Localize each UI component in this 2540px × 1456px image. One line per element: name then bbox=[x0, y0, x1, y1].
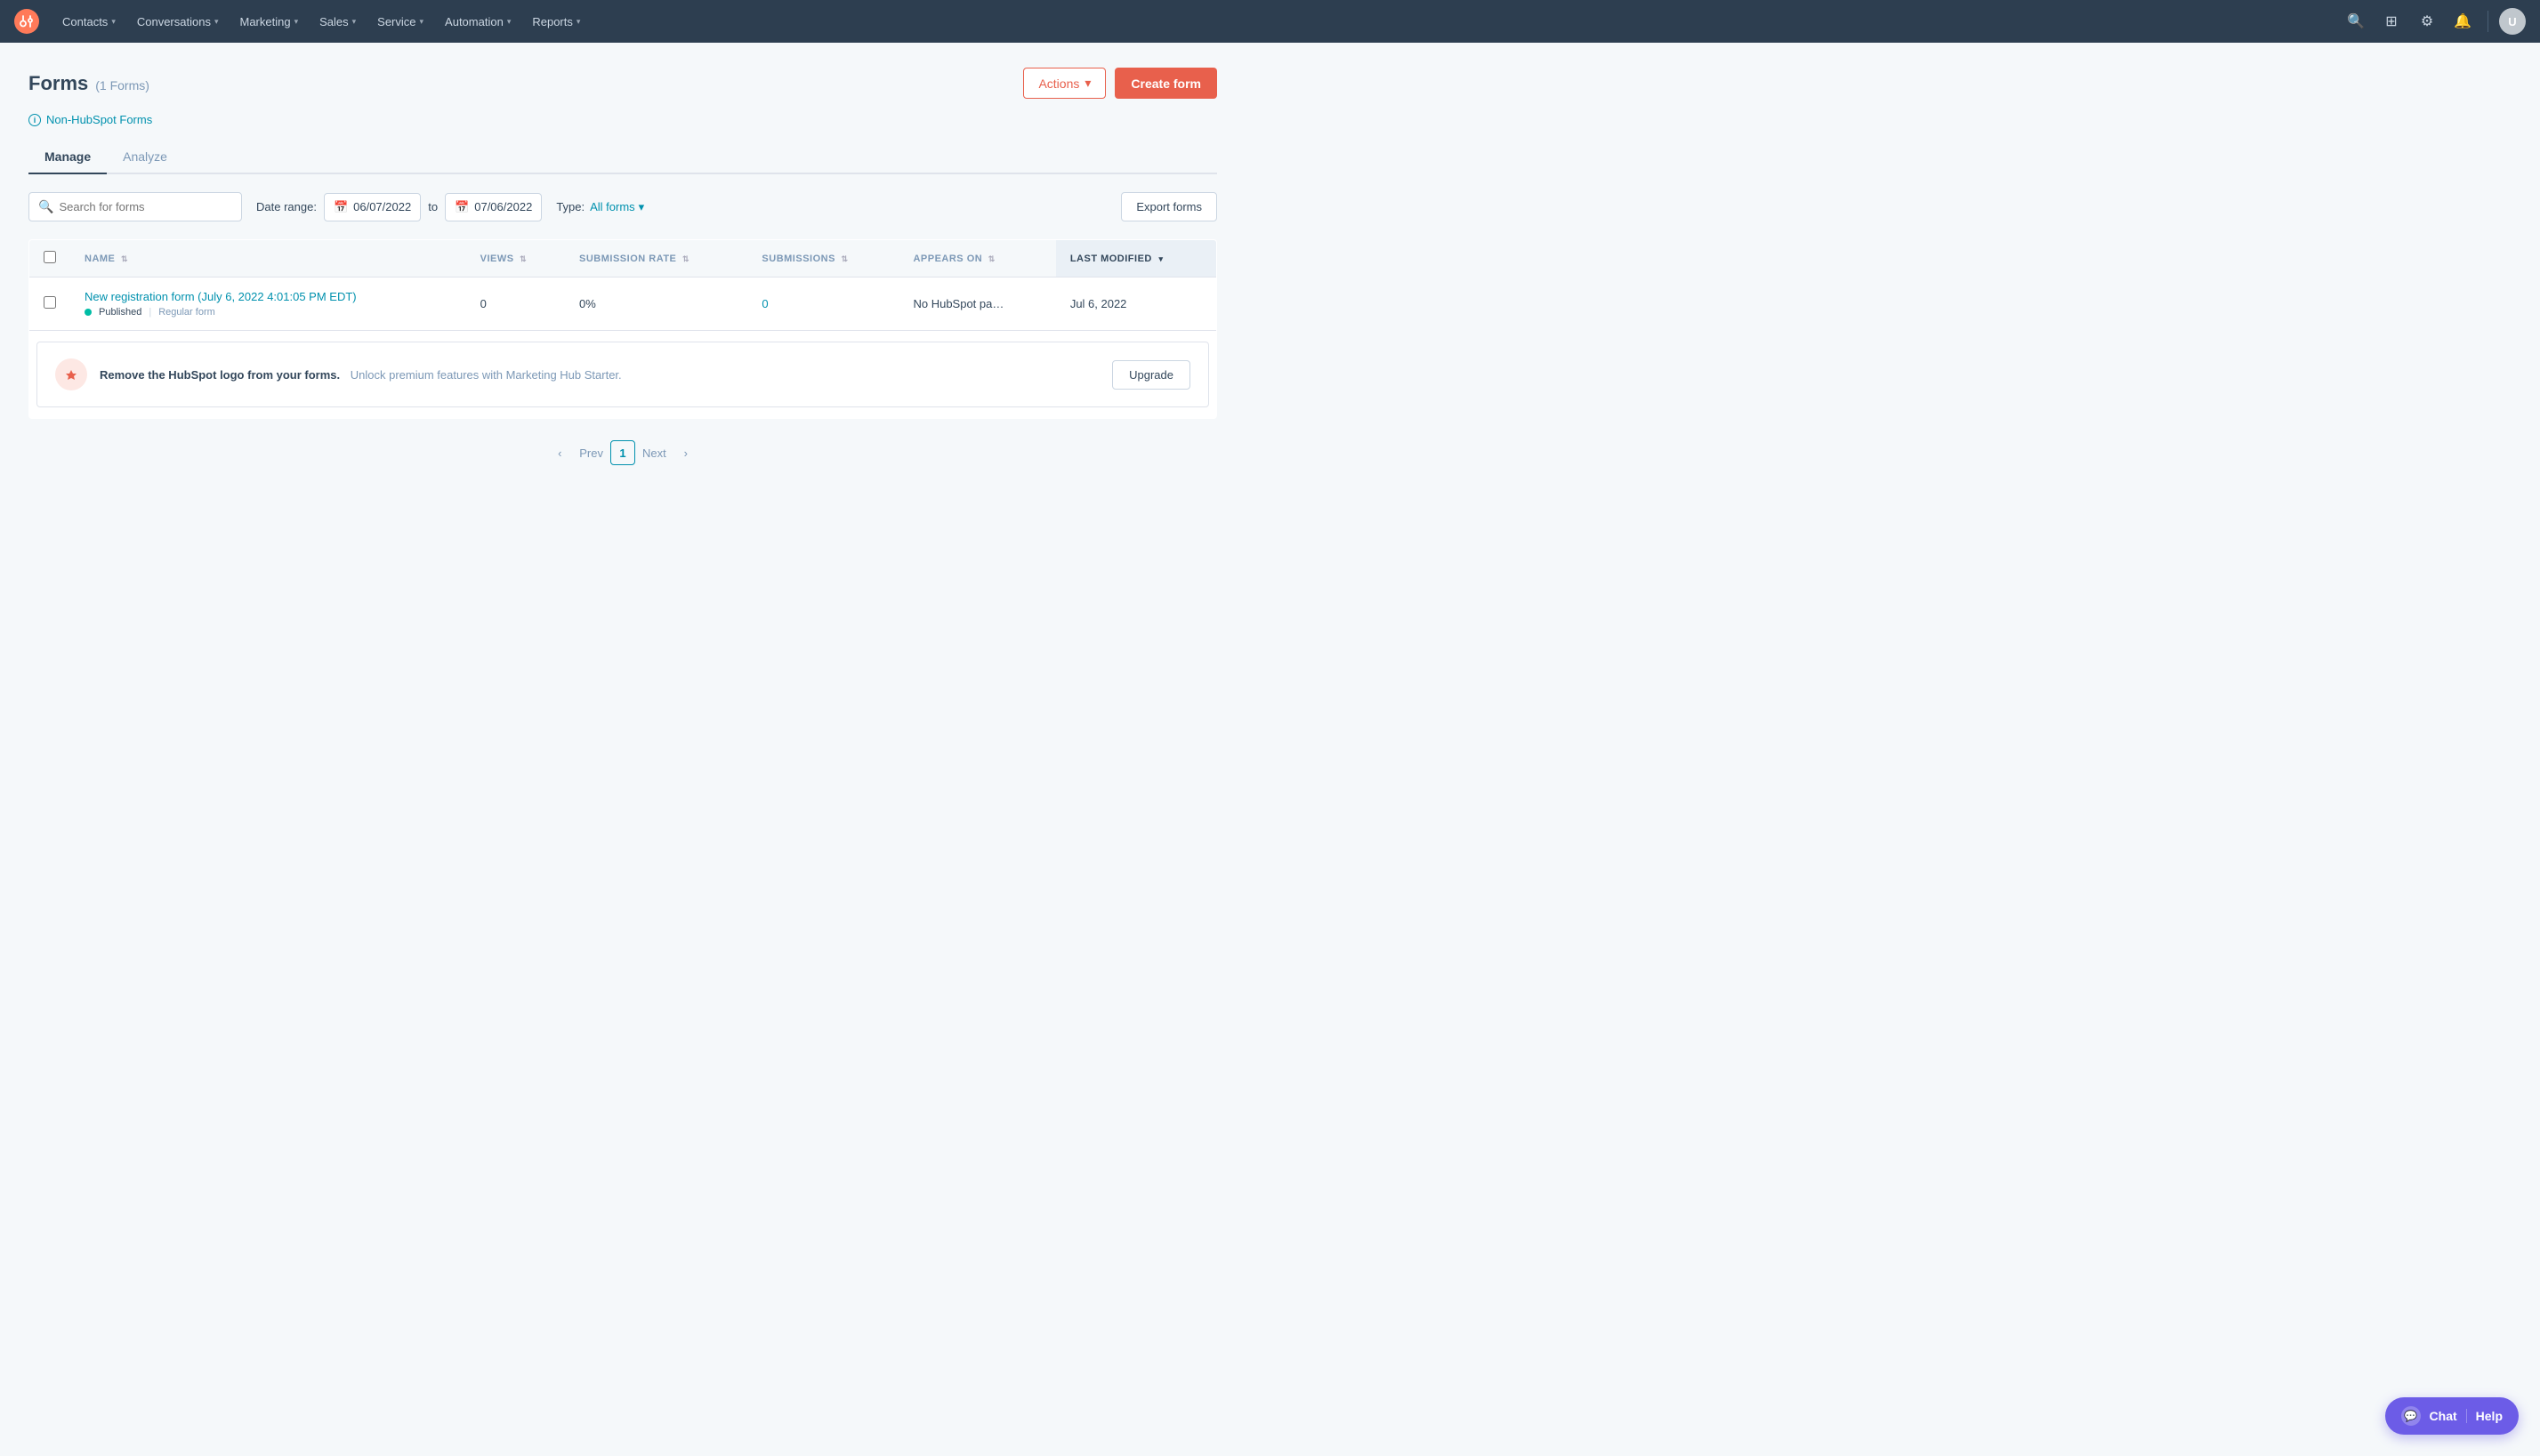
prev-page-label[interactable]: Prev bbox=[579, 446, 603, 460]
submissions-link[interactable]: 0 bbox=[762, 297, 768, 310]
status-dot bbox=[85, 309, 92, 316]
form-name-link[interactable]: New registration form (July 6, 2022 4:01… bbox=[85, 290, 357, 303]
row-checkbox[interactable] bbox=[44, 296, 56, 309]
select-all-column bbox=[29, 240, 71, 278]
settings-icon[interactable]: ⚙ bbox=[2413, 7, 2441, 36]
appears-on-column-header[interactable]: APPEARS ON ⇅ bbox=[899, 240, 1055, 278]
appears-on-sort-icon: ⇅ bbox=[988, 254, 996, 263]
header-actions: Actions ▾ Create form bbox=[1023, 68, 1217, 99]
next-page-label[interactable]: Next bbox=[642, 446, 666, 460]
info-icon: i bbox=[28, 114, 41, 126]
views-column-header[interactable]: VIEWS ⇅ bbox=[466, 240, 565, 278]
upgrade-text: Remove the HubSpot logo from your forms.… bbox=[100, 368, 1100, 382]
chat-bubble-icon: 💬 bbox=[2401, 1406, 2421, 1426]
date-range-label: Date range: bbox=[256, 200, 317, 213]
chat-button[interactable]: 💬 Chat Help bbox=[2385, 1397, 2519, 1435]
date-from-input[interactable]: 📅 06/07/2022 bbox=[324, 193, 421, 221]
upgrade-banner: Remove the HubSpot logo from your forms.… bbox=[36, 342, 1209, 407]
upgrade-banner-cell: Remove the HubSpot logo from your forms.… bbox=[29, 331, 1217, 419]
calendar-icon: 📅 bbox=[334, 200, 348, 214]
form-name-cell: New registration form (July 6, 2022 4:01… bbox=[70, 278, 466, 331]
form-appears-on-cell: No HubSpot pa… bbox=[899, 278, 1055, 331]
search-icon: 🔍 bbox=[38, 199, 53, 214]
type-value: All forms bbox=[590, 200, 635, 213]
marketplace-icon[interactable]: ⊞ bbox=[2377, 7, 2406, 36]
nav-contacts[interactable]: Contacts▾ bbox=[53, 10, 125, 34]
form-last-modified-cell: Jul 6, 2022 bbox=[1056, 278, 1217, 331]
page-title: Forms bbox=[28, 72, 88, 95]
row-checkbox-cell bbox=[29, 278, 71, 331]
tab-bar: Manage Analyze bbox=[28, 141, 1217, 174]
chevron-down-icon: ▾ bbox=[639, 200, 645, 214]
notifications-icon[interactable]: 🔔 bbox=[2448, 7, 2477, 36]
forms-table: NAME ⇅ VIEWS ⇅ SUBMISSION RATE ⇅ SUBMISS… bbox=[28, 239, 1217, 419]
type-label: Type: bbox=[556, 200, 585, 213]
export-forms-button[interactable]: Export forms bbox=[1121, 192, 1217, 221]
upgrade-banner-row: Remove the HubSpot logo from your forms.… bbox=[29, 331, 1217, 419]
views-sort-icon: ⇅ bbox=[520, 254, 527, 263]
tab-manage[interactable]: Manage bbox=[28, 141, 107, 174]
date-to-value: 07/06/2022 bbox=[474, 200, 532, 213]
upgrade-title: Remove the HubSpot logo from your forms. bbox=[100, 368, 340, 382]
nav-automation[interactable]: Automation▾ bbox=[436, 10, 520, 34]
page-header: Forms (1 Forms) Actions ▾ Create form bbox=[28, 68, 1217, 99]
search-icon[interactable]: 🔍 bbox=[2342, 7, 2370, 36]
form-submission-rate-cell: 0% bbox=[565, 278, 747, 331]
upgrade-description: Unlock premium features with Marketing H… bbox=[351, 368, 622, 382]
actions-button[interactable]: Actions ▾ bbox=[1023, 68, 1106, 99]
nav-reports[interactable]: Reports▾ bbox=[523, 10, 589, 34]
calendar-icon-2: 📅 bbox=[455, 200, 469, 214]
last-modified-column-header[interactable]: LAST MODIFIED ▾ bbox=[1056, 240, 1217, 278]
name-sort-icon: ⇅ bbox=[121, 254, 128, 263]
select-all-checkbox[interactable] bbox=[44, 251, 56, 263]
form-count: (1 Forms) bbox=[95, 78, 149, 93]
help-label: Help bbox=[2476, 1409, 2503, 1423]
create-form-button[interactable]: Create form bbox=[1115, 68, 1217, 99]
form-meta: Published | Regular form bbox=[85, 307, 452, 318]
upgrade-icon bbox=[55, 358, 87, 390]
form-submissions-cell: 0 bbox=[747, 278, 899, 331]
type-dropdown[interactable]: All forms ▾ bbox=[590, 200, 644, 214]
non-hubspot-forms-link[interactable]: i Non-HubSpot Forms bbox=[28, 113, 1217, 126]
date-to-separator: to bbox=[428, 200, 438, 213]
user-avatar[interactable]: U bbox=[2499, 8, 2526, 35]
chat-label: Chat bbox=[2430, 1409, 2457, 1423]
date-to-input[interactable]: 📅 07/06/2022 bbox=[445, 193, 542, 221]
top-navigation: Contacts▾ Conversations▾ Marketing▾ Sale… bbox=[0, 0, 2540, 43]
table-row: New registration form (July 6, 2022 4:01… bbox=[29, 278, 1217, 331]
date-from-value: 06/07/2022 bbox=[353, 200, 411, 213]
nav-marketing[interactable]: Marketing▾ bbox=[230, 10, 307, 34]
nav-service[interactable]: Service▾ bbox=[368, 10, 432, 34]
search-input[interactable] bbox=[59, 193, 232, 221]
chat-divider bbox=[2466, 1409, 2467, 1423]
submissions-sort-icon: ⇅ bbox=[842, 254, 849, 263]
filter-row: 🔍 Date range: 📅 06/07/2022 to 📅 07/06/20… bbox=[28, 192, 1217, 221]
pagination: ‹ Prev 1 Next › bbox=[28, 440, 1217, 465]
chevron-down-icon: ▾ bbox=[1085, 76, 1091, 91]
submission-rate-column-header[interactable]: SUBMISSION RATE ⇅ bbox=[565, 240, 747, 278]
form-views-cell: 0 bbox=[466, 278, 565, 331]
date-range-section: Date range: 📅 06/07/2022 to 📅 07/06/2022 bbox=[256, 193, 542, 221]
submission-rate-sort-icon: ⇅ bbox=[682, 254, 689, 263]
form-type: Regular form bbox=[158, 307, 215, 318]
nav-conversations[interactable]: Conversations▾ bbox=[128, 10, 228, 34]
name-column-header[interactable]: NAME ⇅ bbox=[70, 240, 466, 278]
next-page-arrow[interactable]: › bbox=[673, 440, 698, 465]
search-box[interactable]: 🔍 bbox=[28, 192, 242, 221]
form-status: Published bbox=[99, 307, 141, 318]
upgrade-button[interactable]: Upgrade bbox=[1112, 360, 1190, 390]
current-page-number[interactable]: 1 bbox=[610, 440, 635, 465]
tab-analyze[interactable]: Analyze bbox=[107, 141, 183, 174]
type-section: Type: All forms ▾ bbox=[556, 200, 644, 214]
submissions-column-header[interactable]: SUBMISSIONS ⇅ bbox=[747, 240, 899, 278]
nav-sales[interactable]: Sales▾ bbox=[310, 10, 365, 34]
hubspot-logo[interactable] bbox=[14, 9, 39, 34]
prev-page-arrow[interactable]: ‹ bbox=[547, 440, 572, 465]
last-modified-sort-icon: ▾ bbox=[1158, 254, 1163, 263]
